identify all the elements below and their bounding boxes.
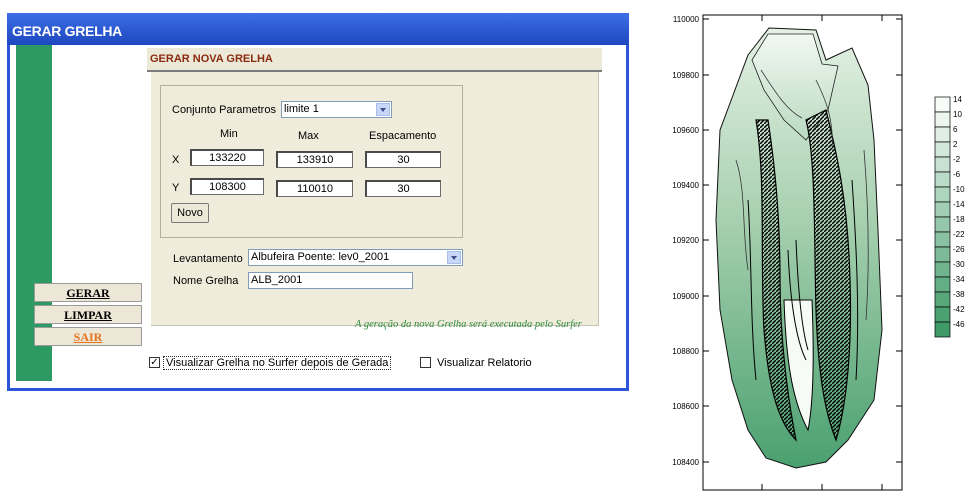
col-spacing-header: Espacamento — [369, 130, 437, 142]
legend-label: -46 — [953, 320, 965, 329]
legend-swatch — [934, 156, 951, 173]
legend-swatch — [934, 126, 951, 143]
y-tick: 109000 — [672, 292, 699, 301]
view-report-label: Visualizar Relatorio — [437, 357, 532, 369]
legend-swatch — [934, 186, 951, 203]
y-tick: 108400 — [672, 458, 699, 467]
sair-button[interactable]: SAIR — [34, 327, 142, 346]
legend-swatch — [934, 231, 951, 248]
legend-label: -42 — [953, 305, 965, 314]
title-bar[interactable]: GERAR GRELHA — [7, 13, 629, 45]
grid-name-input[interactable]: ALB_2001 — [248, 272, 413, 289]
legend-label: -14 — [953, 200, 965, 209]
survey-select-value: Albufeira Poente: lev0_2001 — [251, 251, 390, 263]
params-select-value: limite 1 — [284, 103, 319, 115]
footnote-text: A geração da nova Grelha será executada … — [355, 319, 582, 330]
col-min-header: Min — [220, 128, 238, 140]
legend-swatch — [934, 246, 951, 263]
legend-swatch — [934, 276, 951, 293]
grid-name-label: Nome Grelha — [173, 275, 239, 287]
legend-label: -38 — [953, 290, 965, 299]
panel-title: GERAR NOVA GRELHA — [150, 53, 273, 65]
legend-swatch — [934, 321, 951, 338]
col-max-header: Max — [298, 130, 319, 142]
x-min-input[interactable]: 133220 — [190, 149, 264, 166]
y-min-input[interactable]: 108300 — [190, 178, 264, 195]
legend-label: -34 — [953, 275, 965, 284]
legend-swatch — [934, 261, 951, 278]
view-grid-label: Visualizar Grelha no Surfer depois de Ge… — [163, 356, 392, 370]
view-report-checkbox[interactable] — [420, 357, 431, 368]
chevron-down-icon[interactable] — [447, 251, 461, 264]
legend-label: -6 — [953, 170, 961, 179]
legend-label: 6 — [953, 125, 958, 134]
legend-swatch — [934, 216, 951, 233]
x-max-input[interactable]: 133910 — [276, 151, 353, 168]
y-tick: 109800 — [672, 71, 699, 80]
legend-label: -2 — [953, 155, 961, 164]
legend: 14 10 6 2 -2 -6 -10 -14 -18 -22 -26 -30 -34 -38 -42 -46 — [934, 95, 965, 338]
legend-label: -26 — [953, 245, 965, 254]
y-tick: 109600 — [672, 126, 699, 135]
novo-button[interactable]: Novo — [171, 203, 209, 223]
row-y-label: Y — [172, 182, 180, 194]
panel-header: GERAR NOVA GRELHA — [147, 48, 602, 72]
window-title: GERAR GRELHA — [12, 23, 122, 39]
y-tick: 108800 — [672, 347, 699, 356]
params-select[interactable]: limite 1 — [281, 101, 392, 118]
view-grid-checkbox[interactable]: ✓ — [149, 357, 160, 368]
y-tick: 110000 — [673, 15, 700, 24]
row-x-label: X — [172, 154, 180, 166]
legend-label: 2 — [953, 140, 958, 149]
y-spacing-input[interactable]: 30 — [365, 180, 441, 197]
y-tick: 108600 — [672, 402, 699, 411]
x-spacing-input[interactable]: 30 — [365, 151, 441, 168]
chevron-down-icon[interactable] — [376, 103, 390, 116]
legend-swatch — [934, 291, 951, 308]
legend-swatch — [934, 141, 951, 158]
legend-swatch — [934, 306, 951, 323]
gerar-button[interactable]: GERAR — [34, 283, 142, 302]
legend-label: -18 — [953, 215, 965, 224]
y-tick: 109200 — [672, 236, 699, 245]
contour-map: 110000 109800 109600 109400 109200 10900… — [672, 14, 965, 491]
legend-swatch — [934, 96, 951, 113]
y-tick: 109400 — [672, 181, 699, 190]
legend-label: -30 — [953, 260, 965, 269]
legend-label: 14 — [953, 95, 962, 104]
legend-label: 10 — [953, 110, 962, 119]
survey-label: Levantamento — [173, 253, 243, 265]
legend-label: -10 — [953, 185, 965, 194]
legend-swatch — [934, 201, 951, 218]
legend-swatch — [934, 111, 951, 128]
survey-select[interactable]: Albufeira Poente: lev0_2001 — [248, 249, 463, 266]
limpar-button[interactable]: LIMPAR — [34, 305, 142, 324]
legend-label: -22 — [953, 230, 965, 239]
legend-swatch — [934, 171, 951, 188]
y-max-input[interactable]: 110010 — [276, 180, 353, 197]
params-label: Conjunto Parametros — [172, 104, 276, 116]
